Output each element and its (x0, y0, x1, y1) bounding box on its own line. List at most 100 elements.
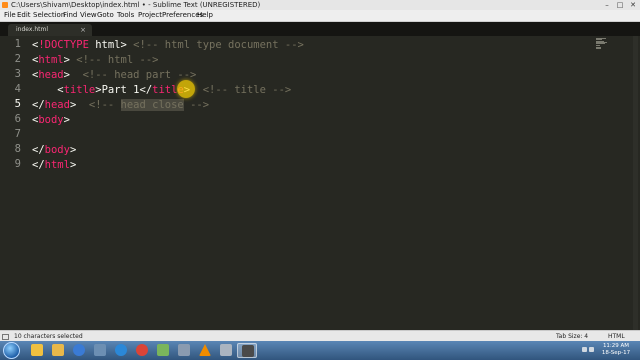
code-line[interactable]: </body> (32, 143, 76, 158)
line-number: 3 (14, 68, 21, 80)
code-token: > (69, 99, 89, 111)
mouse-cursor-highlight (177, 80, 195, 98)
menu-bar: File Edit Selection Find View Goto Tools… (0, 10, 640, 22)
close-window-button[interactable]: ✕ (627, 0, 639, 10)
line-number: 7 (14, 128, 21, 140)
documents-icon (157, 344, 169, 356)
menu-view[interactable]: View (80, 10, 97, 21)
tab-close-icon[interactable]: × (80, 24, 86, 36)
menu-help[interactable]: Help (197, 10, 213, 21)
start-button[interactable] (3, 342, 20, 359)
code-token: > (63, 69, 83, 81)
code-token: </ (139, 84, 153, 96)
vertical-scrollbar[interactable] (633, 36, 638, 330)
code-token: Part 1 (101, 84, 140, 96)
menu-goto[interactable]: Goto (97, 10, 114, 21)
sublime-text-icon (242, 345, 254, 357)
code-line[interactable]: <!DOCTYPE html> <!-- html type document … (32, 38, 304, 53)
line-number: 8 (14, 143, 21, 155)
code-token: </ (32, 144, 45, 156)
code-token: --> (183, 99, 210, 111)
code-token: </ (32, 99, 45, 111)
code-token: <!-- html type document --> (133, 39, 304, 51)
sublime-app-icon (2, 2, 8, 8)
code-token: <!-- title --> (202, 84, 292, 96)
media-player-icon (73, 344, 85, 356)
taskbar-app-vlc-icon[interactable] (195, 343, 215, 358)
code-token: body (44, 144, 70, 156)
code-token: body (38, 114, 64, 126)
code-token: <!-- html --> (76, 54, 159, 66)
taskbar-clock[interactable]: 11:29 AM 18-Sep-17 (596, 343, 636, 357)
line-number: 1 (14, 38, 21, 50)
menu-selection[interactable]: Selection (33, 10, 65, 21)
taskbar-app-app-icon[interactable] (174, 343, 194, 358)
ie-icon (115, 344, 127, 356)
line-number: 5 (14, 98, 21, 110)
menu-file[interactable]: File (4, 10, 16, 21)
tab-index-html[interactable]: index.html × (8, 24, 92, 36)
code-line[interactable]: <body> (32, 113, 70, 128)
code-token: <!-- head part --> (82, 69, 197, 81)
line-number: 4 (14, 83, 21, 95)
menu-edit[interactable]: Edit (17, 10, 31, 21)
code-token: html (44, 159, 70, 171)
chrome-icon (136, 344, 148, 356)
code-token: <!-- (88, 99, 121, 111)
minimap[interactable] (592, 38, 612, 50)
code-token: > (120, 39, 134, 51)
taskbar-app-media-player-icon[interactable] (69, 343, 89, 358)
code-line[interactable]: <head> <!-- head part --> (32, 68, 196, 83)
menu-project[interactable]: Project (138, 10, 162, 21)
tab-bar: index.html × (0, 22, 640, 36)
code-token: html (38, 54, 64, 66)
network-icon[interactable] (582, 347, 587, 352)
code-token: > (63, 114, 70, 126)
selected-text: head close (120, 99, 184, 111)
code-token: title (63, 84, 96, 96)
code-line[interactable]: </head> <!-- head close --> (32, 98, 209, 113)
maximize-button[interactable]: □ (614, 0, 626, 10)
line-number: 9 (14, 158, 21, 170)
line-number-gutter: 1 2 3 4 5 6 7 8 9 (0, 36, 26, 330)
panel-toggle-icon[interactable] (2, 334, 9, 340)
code-line[interactable]: </html> (32, 158, 76, 173)
code-token: head (38, 69, 64, 81)
minimap-line (596, 44, 600, 46)
taskbar-app-explorer-icon[interactable] (27, 343, 47, 358)
code-token: > (63, 54, 77, 66)
code-editor[interactable]: 1 2 3 4 5 6 7 8 9 <!DOCTYPE html> <!-- html type… (0, 36, 640, 330)
code-token: > (69, 159, 77, 171)
window-title: C:\Users\Shivam\Desktop\index.html • - S… (11, 1, 261, 9)
menu-tools[interactable]: Tools (117, 10, 134, 21)
app-icon (178, 344, 190, 356)
taskbar-app-app-icon[interactable] (90, 343, 110, 358)
taskbar-app-sublime-text-icon[interactable] (237, 343, 257, 358)
folder-icon (52, 344, 64, 356)
code-token: </ (32, 159, 45, 171)
code-token: head (44, 99, 70, 111)
code-token: !DOCTYPE (38, 39, 89, 51)
taskbar-app-ie-icon[interactable] (111, 343, 131, 358)
minimap-line (596, 48, 601, 50)
app-icon (220, 344, 232, 356)
code-line[interactable]: <html> <!-- html --> (32, 53, 158, 68)
vlc-icon (199, 344, 211, 356)
taskbar-app-app-icon[interactable] (216, 343, 236, 358)
taskbar-app-documents-icon[interactable] (153, 343, 173, 358)
volume-icon[interactable] (589, 347, 594, 352)
clock-time: 11:29 AM (602, 343, 630, 349)
tab-label: index.html (16, 26, 48, 33)
app-icon (94, 344, 106, 356)
code-token: html (88, 39, 121, 51)
system-tray: 11:29 AM 18-Sep-17 (578, 341, 640, 360)
taskbar-app-chrome-icon[interactable] (132, 343, 152, 358)
taskbar-app-folder-icon[interactable] (48, 343, 68, 358)
code-line[interactable]: <title>Part 1</title> <!-- title --> (32, 83, 291, 98)
menu-find[interactable]: Find (63, 10, 77, 21)
line-number: 6 (14, 113, 21, 125)
clock-date: 18-Sep-17 (601, 350, 631, 356)
minimize-button[interactable]: – (601, 0, 613, 10)
explorer-icon (31, 344, 43, 356)
